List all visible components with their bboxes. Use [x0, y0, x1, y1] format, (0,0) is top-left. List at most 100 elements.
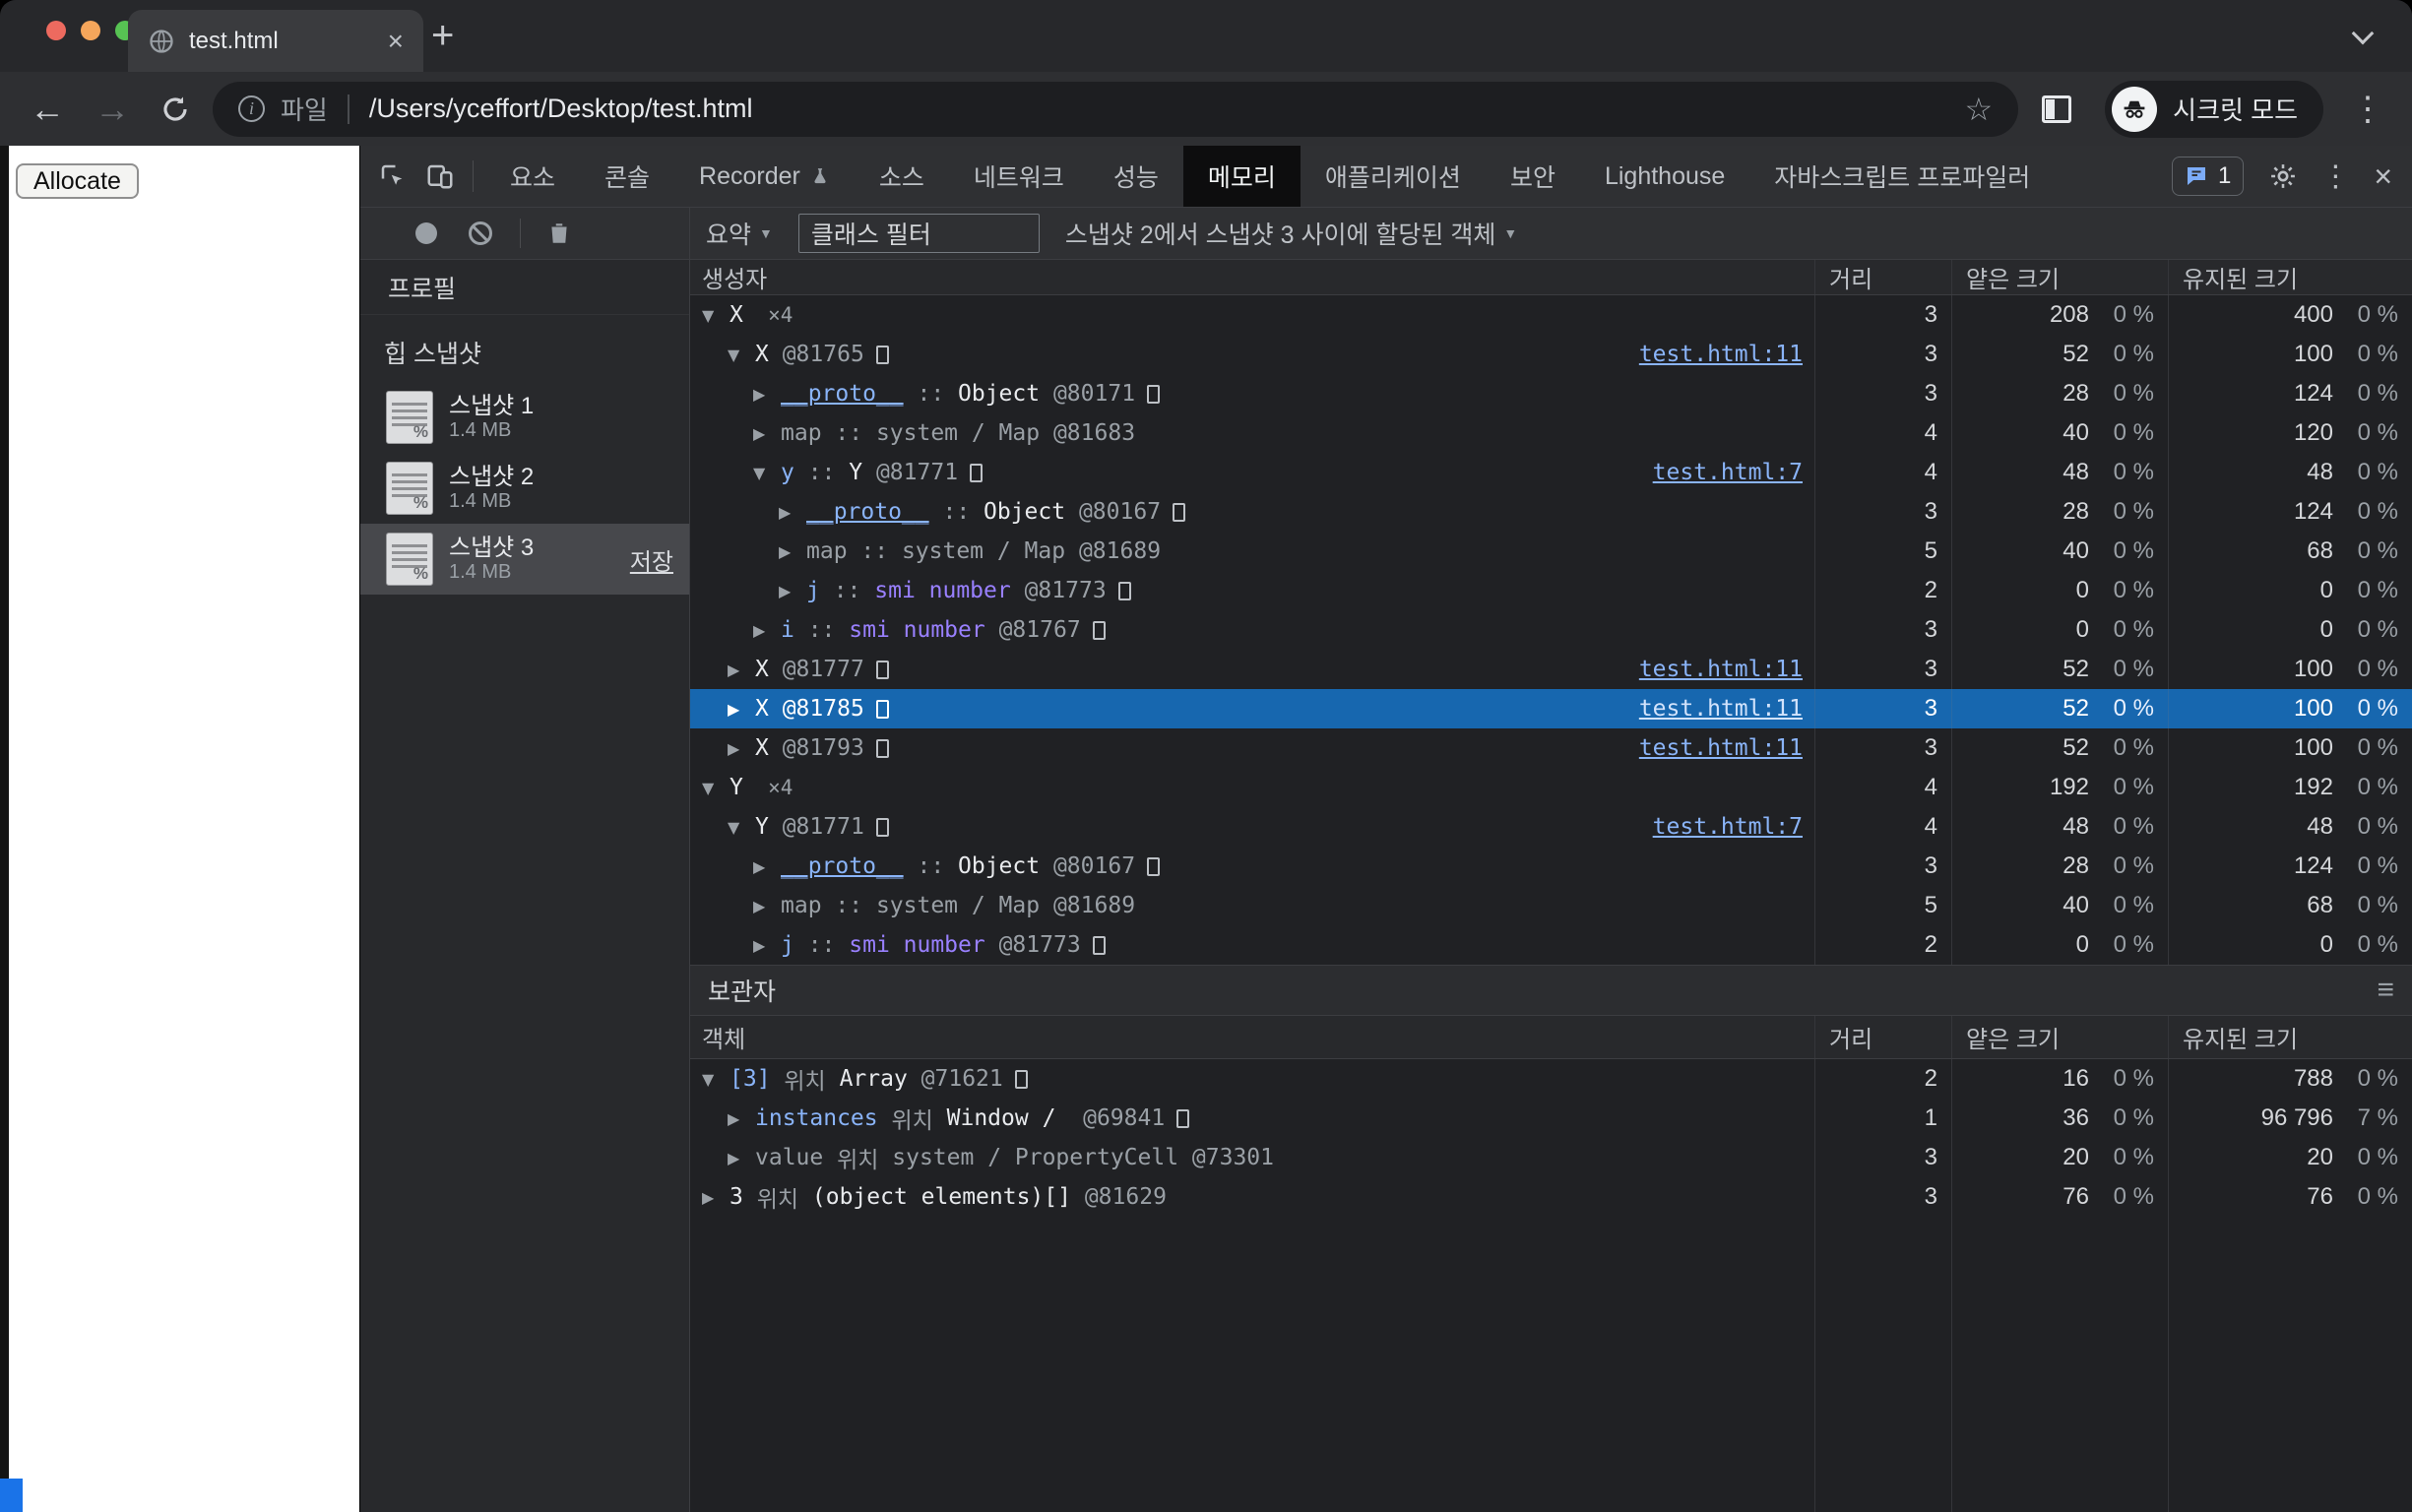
collapsed-arrow-icon[interactable]: ▶ — [753, 424, 781, 443]
heap-row[interactable]: ▶j :: smi number @81773200 %00 % — [690, 571, 2412, 610]
clear-icon[interactable] — [469, 221, 492, 245]
column-constructor[interactable]: 생성자 — [690, 260, 1814, 294]
page-info-icon[interactable]: i — [238, 95, 265, 122]
url-path[interactable]: /Users/yceffort/Desktop/test.html — [369, 94, 753, 124]
heap-row[interactable]: ▶X @81793test.html:113520 %1000 % — [690, 728, 2412, 768]
column-object[interactable]: 객체 — [690, 1020, 1814, 1054]
devtools-tab[interactable]: 콘솔 — [580, 146, 674, 207]
source-link[interactable]: test.html:11 — [1639, 735, 1803, 761]
column-distance[interactable]: 거리 — [1814, 1016, 1951, 1058]
devtools-tab[interactable]: 소스 — [855, 146, 949, 207]
settings-gear-icon[interactable] — [2269, 162, 2297, 190]
collapsed-arrow-icon[interactable]: ▶ — [728, 661, 755, 679]
collapsed-arrow-icon[interactable]: ▶ — [753, 621, 781, 640]
address-bar[interactable]: i 파일 /Users/yceffort/Desktop/test.html ☆ — [213, 82, 2018, 137]
expanded-arrow-icon[interactable]: ▼ — [702, 306, 730, 325]
collapsed-arrow-icon[interactable]: ▶ — [779, 503, 806, 522]
heap-row[interactable]: ▶X @81777test.html:113520 %1000 % — [690, 650, 2412, 689]
device-toolbar-icon[interactable] — [425, 161, 455, 191]
heap-row[interactable]: ▶__proto__ :: Object @801673280 %1240 % — [690, 847, 2412, 886]
issues-badge[interactable]: 1 — [2172, 157, 2244, 196]
collapsed-arrow-icon[interactable]: ▶ — [728, 1109, 755, 1128]
collapsed-arrow-icon[interactable]: ▶ — [753, 857, 781, 876]
column-shallow-size[interactable]: 얕은 크기 — [1951, 260, 2168, 294]
collapsed-arrow-icon[interactable]: ▶ — [728, 739, 755, 758]
source-link[interactable]: test.html:7 — [1653, 814, 1803, 840]
tab-close-icon[interactable]: × — [388, 26, 404, 57]
devtools-tab[interactable]: 성능 — [1089, 146, 1183, 207]
heap-row[interactable]: ▶__proto__ :: Object @801713280 %1240 % — [690, 374, 2412, 413]
expanded-arrow-icon[interactable]: ▼ — [728, 346, 755, 364]
devtools-tab[interactable]: 보안 — [1486, 146, 1580, 207]
retainers-menu-icon[interactable]: ≡ — [2377, 974, 2394, 1007]
heap-row[interactable]: ▼[3] 위치 Array @716212160 %7880 % — [690, 1059, 2412, 1099]
heap-row[interactable]: ▶map :: system / Map @816895400 %680 % — [690, 886, 2412, 925]
heap-row[interactable]: ▶map :: system / Map @816834400 %1200 % — [690, 413, 2412, 453]
allocate-button[interactable]: Allocate — [16, 163, 139, 199]
expanded-arrow-icon[interactable]: ▼ — [702, 1070, 730, 1089]
devtools-tab[interactable]: 메모리 — [1183, 146, 1301, 207]
snapshot-item[interactable]: 스냅샷 31.4 MB저장 — [360, 524, 689, 595]
devtools-tab[interactable]: Lighthouse — [1580, 146, 1749, 207]
minimize-window-button[interactable] — [81, 21, 100, 40]
heap-row[interactable]: ▼X @81765test.html:113520 %1000 % — [690, 335, 2412, 374]
collapsed-arrow-icon[interactable]: ▶ — [753, 936, 781, 955]
snapshot-save-link[interactable]: 저장 — [630, 542, 673, 577]
collapsed-arrow-icon[interactable]: ▶ — [728, 700, 755, 719]
source-link[interactable]: test.html:11 — [1639, 342, 1803, 367]
source-link[interactable]: test.html:7 — [1653, 460, 1803, 485]
heap-row[interactable]: ▶j :: smi number @81773200 %00 % — [690, 925, 2412, 965]
tab-search-chevron-icon[interactable] — [2352, 23, 2375, 45]
expanded-arrow-icon[interactable]: ▼ — [702, 779, 730, 797]
devtools-tab[interactable]: 요소 — [485, 146, 580, 207]
collapsed-arrow-icon[interactable]: ▶ — [728, 1149, 755, 1167]
browser-menu-icon[interactable]: ⋮ — [2351, 90, 2384, 129]
close-window-button[interactable] — [46, 21, 66, 40]
collapsed-arrow-icon[interactable]: ▶ — [753, 897, 781, 915]
heap-row[interactable]: ▶instances 위치 Window / @698411360 %96 79… — [690, 1099, 2412, 1138]
devtools-tab[interactable]: 자바스크립트 프로파일러 — [1749, 146, 2055, 207]
heap-row[interactable]: ▶X @81785test.html:113520 %1000 % — [690, 689, 2412, 728]
heap-row[interactable]: ▼y :: Y @81771test.html:74480 %480 % — [690, 453, 2412, 492]
column-retained-size[interactable]: 유지된 크기 — [2168, 1016, 2412, 1058]
devtools-tab[interactable]: Recorder — [674, 146, 855, 207]
bookmark-star-icon[interactable]: ☆ — [1964, 91, 1993, 128]
forward-button[interactable]: → — [95, 89, 130, 130]
column-retained-size[interactable]: 유지된 크기 — [2168, 260, 2412, 294]
back-button[interactable]: ← — [30, 89, 65, 130]
collapsed-arrow-icon[interactable]: ▶ — [753, 385, 781, 404]
heap-row[interactable]: ▶value 위치 system / PropertyCell @7330132… — [690, 1138, 2412, 1177]
delete-profile-icon[interactable] — [546, 220, 572, 247]
column-shallow-size[interactable]: 얕은 크기 — [1951, 1016, 2168, 1058]
url-scheme-label[interactable]: 파일 — [281, 91, 328, 127]
heap-row[interactable]: ▶map :: system / Map @816895400 %680 % — [690, 532, 2412, 571]
heap-row[interactable]: ▶3 위치 (object elements)[] @816293760 %76… — [690, 1177, 2412, 1217]
devtools-close-icon[interactable]: × — [2374, 158, 2392, 195]
class-filter-input[interactable]: 클래스 필터 — [798, 214, 1040, 253]
perspective-select[interactable]: 요약 — [706, 216, 751, 251]
collapsed-arrow-icon[interactable]: ▶ — [779, 582, 806, 600]
expanded-arrow-icon[interactable]: ▼ — [728, 818, 755, 837]
snapshot-item[interactable]: 스냅샷 11.4 MB — [360, 382, 689, 453]
collapsed-arrow-icon[interactable]: ▶ — [779, 542, 806, 561]
browser-tab[interactable]: test.html × — [128, 10, 423, 72]
devtools-tab[interactable]: 애플리케이션 — [1301, 146, 1486, 207]
devtools-tab[interactable]: 네트워크 — [949, 146, 1089, 207]
source-link[interactable]: test.html:11 — [1639, 696, 1803, 722]
inspect-element-icon[interactable] — [378, 161, 408, 191]
collapsed-arrow-icon[interactable]: ▶ — [702, 1188, 730, 1207]
new-tab-button[interactable]: + — [431, 14, 454, 58]
heap-row[interactable]: ▼X ×432080 %4000 % — [690, 295, 2412, 335]
devtools-menu-icon[interactable]: ⋮ — [2320, 159, 2350, 194]
source-link[interactable]: test.html:11 — [1639, 657, 1803, 682]
side-panel-icon[interactable] — [2042, 95, 2071, 123]
reload-button[interactable] — [159, 94, 191, 125]
record-icon[interactable] — [415, 222, 437, 244]
snapshot-range-select[interactable]: 스냅샷 2에서 스냅샷 3 사이에 할당된 객체 ▼ — [1065, 216, 1517, 251]
heap-row[interactable]: ▼Y @81771test.html:74480 %480 % — [690, 807, 2412, 847]
heap-row[interactable]: ▼Y ×441920 %1920 % — [690, 768, 2412, 807]
column-distance[interactable]: 거리 — [1814, 260, 1951, 294]
expanded-arrow-icon[interactable]: ▼ — [753, 464, 781, 482]
heap-row[interactable]: ▶__proto__ :: Object @801673280 %1240 % — [690, 492, 2412, 532]
heap-row[interactable]: ▶i :: smi number @81767300 %00 % — [690, 610, 2412, 650]
